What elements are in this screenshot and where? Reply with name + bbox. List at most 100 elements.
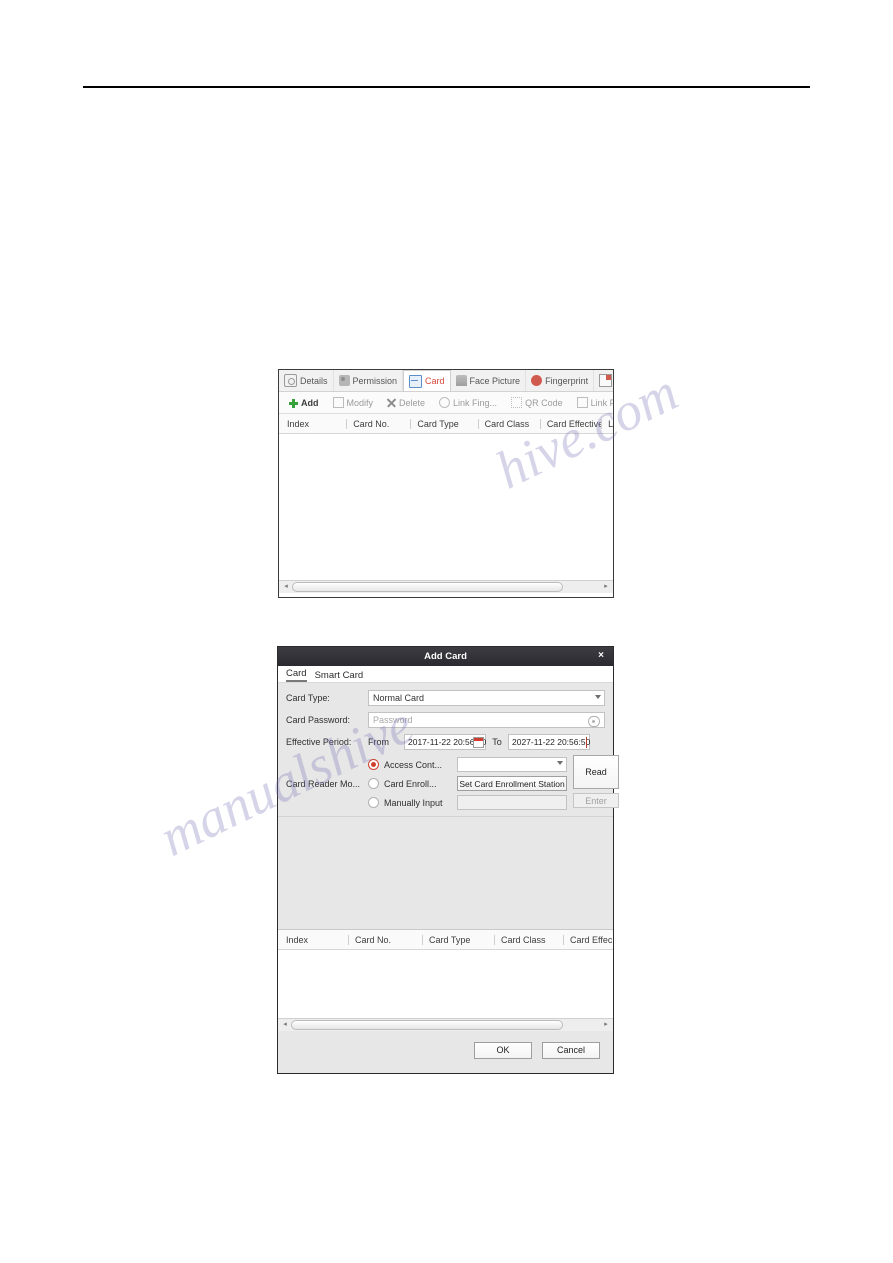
scroll-left-icon[interactable]: ◂ <box>281 582 291 592</box>
card-type-select[interactable]: Normal Card <box>368 690 605 706</box>
dialog-table-body <box>278 950 613 1018</box>
chevron-down-icon <box>595 695 601 699</box>
add-card-form: Card Type: Normal Card Card Password: Pa… <box>278 683 619 816</box>
scroll-track[interactable] <box>292 582 600 592</box>
effective-to-input[interactable]: 2027-11-22 20:56:50 <box>508 734 590 750</box>
column-header-li[interactable]: Li <box>601 418 613 429</box>
tab-fingerprint[interactable]: Fingerprint <box>526 370 595 391</box>
link-face-button[interactable]: Link Fac... <box>576 397 613 408</box>
card-table-header: Index Card No. Card Type Card Class Card… <box>279 414 613 434</box>
dialog-titlebar: Add Card × <box>278 647 613 666</box>
permission-icon <box>338 375 350 386</box>
add-card-dialog: Add Card × Card Smart Card Card Type: No… <box>277 646 619 1074</box>
card-reader-mode-section: Card Reader Mo... Access Cont... Card En… <box>286 755 619 812</box>
dialog-tabstrip: Card Smart Card <box>278 666 613 683</box>
ok-button[interactable]: OK <box>474 1041 532 1059</box>
link-fingerprint-button[interactable]: Link Fing... <box>439 397 497 408</box>
cross-icon <box>387 398 396 407</box>
set-card-enrollment-station-button[interactable]: Set Card Enrollment Station <box>457 776 567 791</box>
delete-button-label: Delete <box>399 397 426 408</box>
access-control-label: Access Cont... <box>384 759 443 770</box>
card-password-input[interactable]: Password <box>368 712 605 728</box>
card-table-hscrollbar[interactable]: ◂ ▸ <box>279 580 613 593</box>
radio-card-enrollment[interactable] <box>368 778 379 789</box>
manually-input-option-row[interactable]: Manually Input <box>368 793 567 812</box>
column-header-card-no[interactable]: Card No. <box>348 934 422 945</box>
card-type-label: Card Type: <box>286 693 330 703</box>
access-control-option-row[interactable]: Access Cont... <box>368 755 567 774</box>
card-icon <box>409 374 423 388</box>
enter-button: Enter <box>573 793 619 808</box>
link-fingerprint-button-label: Link Fing... <box>453 397 498 408</box>
scroll-track[interactable] <box>291 1020 600 1030</box>
card-reader-mode-label: Card Reader Mo... <box>286 778 361 789</box>
manually-input-label: Manually Input <box>384 797 443 808</box>
dialog-footer: OK Cancel <box>278 1031 613 1069</box>
reader-action-buttons: Read Enter <box>573 755 619 812</box>
tab-card[interactable]: Card <box>403 370 451 391</box>
tab-permission[interactable]: Permission <box>334 370 404 391</box>
tab-card[interactable]: Card <box>286 668 307 682</box>
to-label: To <box>492 737 502 747</box>
read-button[interactable]: Read <box>573 755 619 789</box>
tab-face-picture[interactable]: Face Picture <box>451 370 527 391</box>
face-icon <box>576 397 588 408</box>
eye-icon[interactable] <box>588 716 600 727</box>
tab-face-picture-label: Face Picture <box>469 375 521 386</box>
scroll-right-icon[interactable]: ▸ <box>601 582 611 592</box>
column-header-index[interactable]: Index <box>279 419 346 429</box>
cancel-button[interactable]: Cancel <box>542 1041 600 1059</box>
scroll-thumb[interactable] <box>291 1020 563 1030</box>
column-header-card-class[interactable]: Card Class <box>477 418 540 429</box>
fingerprint-icon <box>439 397 451 408</box>
column-header-card-effective[interactable]: Card Effec <box>563 934 613 945</box>
card-password-label: Card Password: <box>286 715 351 725</box>
radio-manually-input[interactable] <box>368 797 379 808</box>
delete-button[interactable]: Delete <box>387 398 425 408</box>
face-picture-icon <box>455 375 467 386</box>
manually-input-field[interactable] <box>457 795 567 810</box>
dialog-empty-area <box>278 816 613 929</box>
card-reader-mode-options: Access Cont... Card Enroll... Set Card E… <box>368 755 567 812</box>
card-type-row: Card Type: Normal Card <box>286 689 605 707</box>
add-button-label: Add <box>301 397 319 408</box>
plus-icon <box>289 398 298 408</box>
card-panel-toolbar: Add Modify Delete Link Fing... QR Code L… <box>279 392 613 414</box>
column-header-card-effective[interactable]: Card Effective ... <box>539 418 601 429</box>
card-enrollment-option-row[interactable]: Card Enroll... Set Card Enrollment Stati… <box>368 774 567 793</box>
modify-button-label: Modify <box>346 397 374 408</box>
dialog-card-table: Index Card No. Card Type Card Class Card… <box>278 929 613 1031</box>
card-panel-tabstrip: Details Permission Card Face Picture Fin… <box>279 370 613 392</box>
radio-access-control[interactable] <box>368 759 379 770</box>
scroll-right-icon[interactable]: ▸ <box>601 1020 611 1030</box>
column-header-card-class[interactable]: Card Class <box>494 934 563 945</box>
add-button[interactable]: Add <box>289 398 319 408</box>
card-password-placeholder: Password <box>373 715 413 725</box>
effective-period-row: Effective Period: From 2017-11-22 20:56:… <box>286 733 605 751</box>
column-header-card-type[interactable]: Card Type <box>422 934 494 945</box>
close-icon[interactable]: × <box>595 649 607 663</box>
scroll-left-icon[interactable]: ◂ <box>280 1020 290 1030</box>
dialog-table-hscrollbar[interactable]: ◂ ▸ <box>278 1018 613 1031</box>
tab-smart-card[interactable]: Smart Card <box>315 670 364 682</box>
calendar-icon[interactable] <box>473 737 484 748</box>
tab-attendance-rule[interactable]: Attendance Rule <box>594 370 613 391</box>
dialog-table-header: Index Card No. Card Type Card Class Card… <box>278 930 613 950</box>
tab-fingerprint-label: Fingerprint <box>545 375 589 386</box>
card-type-value: Normal Card <box>373 693 425 703</box>
effective-from-input[interactable]: 2017-11-22 20:56:50 <box>404 734 486 750</box>
tab-details-label: Details <box>300 375 328 386</box>
scroll-thumb[interactable] <box>292 582 564 592</box>
access-control-select[interactable] <box>457 757 567 772</box>
tab-details[interactable]: Details <box>279 370 334 391</box>
effective-period-label: Effective Period: <box>286 737 352 747</box>
column-header-card-type[interactable]: Card Type <box>410 418 477 429</box>
column-header-card-no[interactable]: Card No. <box>346 418 410 429</box>
text-caret <box>586 737 587 748</box>
modify-button[interactable]: Modify <box>332 397 374 408</box>
effective-to-value: 2027-11-22 20:56:50 <box>512 737 591 747</box>
column-header-index[interactable]: Index <box>278 935 348 945</box>
qr-code-button[interactable]: QR Code <box>511 397 563 408</box>
chevron-down-icon <box>557 761 563 765</box>
link-face-button-label: Link Fac... <box>590 397 613 408</box>
